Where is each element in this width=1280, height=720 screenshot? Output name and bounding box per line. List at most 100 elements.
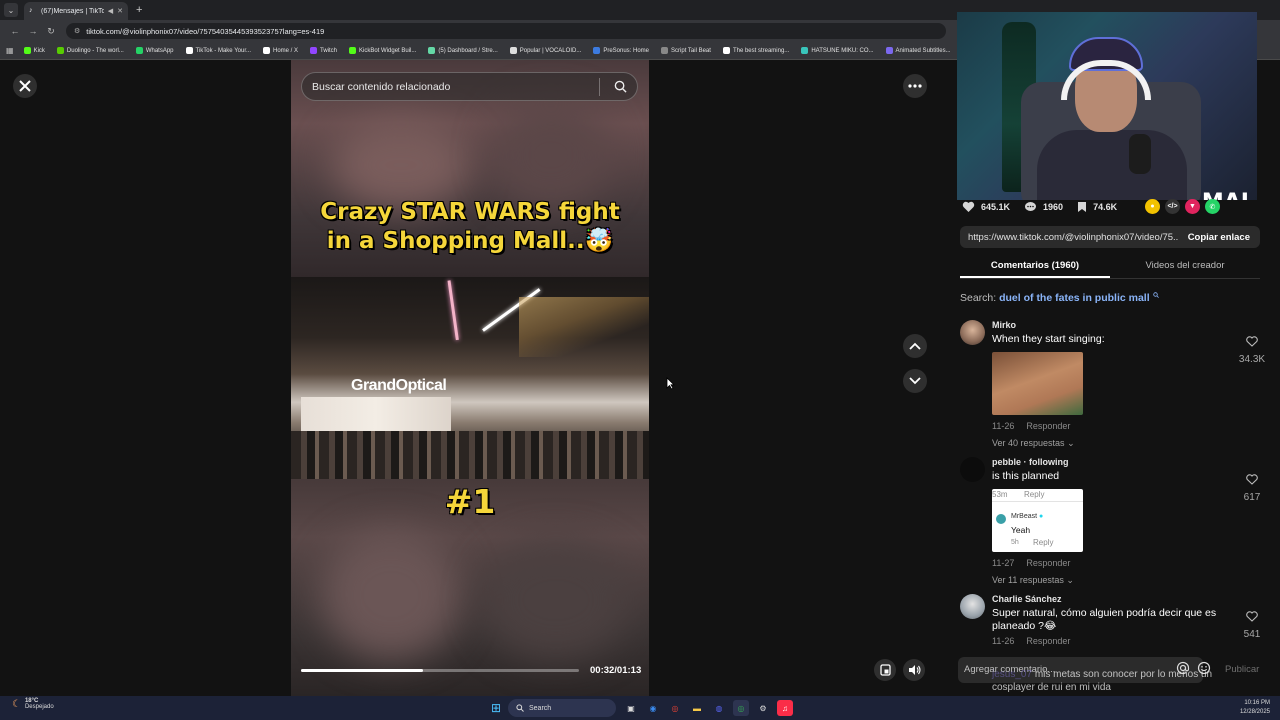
bookmark-item[interactable]: Script Tail Beat [661, 47, 711, 54]
volume-button[interactable] [903, 659, 925, 681]
chrome-icon[interactable]: ◎ [667, 700, 683, 716]
next-video-button[interactable] [903, 369, 927, 393]
comment-text: Super natural, cómo alguien podría decir… [992, 607, 1217, 632]
video-player[interactable]: Crazy STAR WARS fight in a Shopping Mall… [291, 60, 649, 696]
site-info-icon[interactable]: ⚙ [74, 27, 80, 35]
address-bar[interactable]: ⚙ tiktok.com/@violinphonix07/video/75754… [66, 23, 946, 39]
embed-code-icon[interactable]: </> [1165, 199, 1180, 214]
avatar[interactable] [960, 320, 985, 345]
previous-video-button[interactable] [903, 334, 927, 358]
video-stats: 645.1K 1960 74.6K [962, 198, 1131, 216]
bookmark-favicon-icon [661, 47, 669, 54]
bookmark-item[interactable]: PreSonus: Home [593, 47, 649, 54]
file-explorer-icon[interactable]: ▬ [689, 700, 705, 716]
mini-player-button[interactable] [874, 659, 896, 681]
bookmark-item[interactable]: Animated Subtitles... [885, 47, 951, 54]
reply-button[interactable]: Responder [1026, 421, 1070, 431]
bookmark-item[interactable]: KickBot Widget Buil... [349, 47, 416, 54]
forward-icon[interactable]: → [24, 26, 42, 36]
bookmark-item[interactable]: Duolingo - The worl... [56, 47, 124, 54]
whatsapp-icon[interactable]: ✆ [1205, 199, 1220, 214]
embed-top-time: 53m [992, 490, 1008, 499]
bookmark-item[interactable]: HATSUNE MIKU: CO... [801, 47, 874, 54]
bookmark-item[interactable]: Popular | VOCALOID... [509, 47, 582, 54]
send-icon[interactable]: ▼ [1185, 199, 1200, 214]
bookmark-item[interactable]: WhatsApp [135, 47, 174, 54]
bookmark-favicon-icon [349, 47, 357, 54]
more-options-button[interactable] [903, 74, 927, 98]
bookmark-label: KickBot Widget Buil... [359, 47, 417, 54]
bookmark-label: PreSonus: Home [603, 47, 650, 54]
comment-like[interactable]: 541 [1234, 609, 1270, 640]
discord-icon[interactable]: ◍ [711, 700, 727, 716]
bookmark-favicon-icon [722, 47, 730, 54]
bookmark-item[interactable]: Home / X [262, 47, 298, 54]
search-icon [516, 704, 524, 712]
bookmark-item[interactable]: The best streaming... [722, 47, 789, 54]
back-icon[interactable]: ← [6, 26, 24, 36]
settings-icon[interactable]: ⚙ [755, 700, 771, 716]
related-search[interactable] [301, 72, 638, 101]
comment-username[interactable]: Charlie Sánchez [992, 594, 1222, 604]
search-term[interactable]: duel of the fates in public mall [999, 292, 1150, 304]
comment-stat[interactable]: 1960 [1024, 201, 1063, 213]
chrome-active-icon[interactable]: ◎ [733, 700, 749, 716]
task-view-icon[interactable]: ▣ [623, 700, 639, 716]
view-replies[interactable]: Ver 40 respuestas ⌄ [992, 438, 1222, 449]
apps-grid-icon[interactable]: ▦ [6, 46, 14, 55]
save-stat[interactable]: 74.6K [1077, 201, 1117, 213]
video-viewer: Crazy STAR WARS fight in a Shopping Mall… [0, 60, 940, 696]
like-stat[interactable]: 645.1K [962, 201, 1010, 213]
comment-screenshot[interactable]: 53m Reply MrBeast ● Yeah 5h Reply [992, 489, 1083, 552]
close-button[interactable] [13, 74, 37, 98]
tab-creator-videos[interactable]: Videos del creador [1110, 254, 1260, 278]
comment-username[interactable]: pebble · following [992, 457, 1222, 467]
reply-button[interactable]: Responder [1026, 558, 1070, 568]
avatar[interactable] [960, 457, 985, 482]
search-suggestion[interactable]: Search: duel of the fates in public mall [960, 292, 1159, 304]
bookmark-label: WhatsApp [145, 47, 174, 54]
speaker-icon[interactable]: ◀ [108, 7, 113, 15]
bookmark-item[interactable]: Kick [23, 47, 45, 54]
coin-icon[interactable]: ● [1145, 199, 1160, 214]
close-tab-icon[interactable]: ✕ [117, 7, 123, 15]
bookmark-item[interactable]: Twitch [310, 47, 337, 54]
new-tab-button[interactable]: + [136, 4, 142, 16]
bookmark-label: Popular | VOCALOID... [519, 47, 582, 54]
bookmark-label: TikTok - Make Your... [195, 47, 251, 54]
weather-moon-icon: ☾ [12, 698, 21, 710]
avatar[interactable] [960, 594, 985, 619]
search-icon[interactable] [608, 75, 632, 99]
taskbar-search[interactable]: Search [508, 699, 616, 717]
comment-like[interactable]: 617 [1234, 472, 1270, 503]
comment-username[interactable]: Mirko [992, 320, 1222, 330]
comment-like-count: 617 [1243, 492, 1261, 503]
bookmark-item[interactable]: (5) Dashboard / Stre... [428, 47, 498, 54]
bookmark-item[interactable]: TikTok - Make Your... [185, 47, 251, 54]
embed-time: 5h [1011, 539, 1019, 546]
browser-tab[interactable]: ♪ (67)Mensajes | TikTok ◀ ✕ [24, 2, 128, 20]
url-text: tiktok.com/@violinphonix07/video/7575403… [86, 26, 325, 36]
tab-search-button[interactable]: ⌄ [4, 3, 18, 17]
comment-like[interactable]: 34.3K [1234, 334, 1270, 365]
bookmark-favicon-icon [428, 47, 436, 54]
view-replies[interactable]: Ver 11 respuestas ⌄ [992, 575, 1222, 586]
weather-widget[interactable]: ☾ 18°C Despejado [12, 698, 54, 710]
comment-gif[interactable] [992, 352, 1083, 415]
bookmark-favicon-icon [885, 47, 893, 54]
save-count: 74.6K [1093, 202, 1118, 212]
copy-link-button[interactable]: Copiar enlace [1178, 232, 1260, 243]
video-link-url[interactable]: https://www.tiktok.com/@violinphonix07/v… [968, 232, 1178, 243]
music-app-icon[interactable]: ♫ [777, 700, 793, 716]
reload-icon[interactable]: ↻ [42, 26, 60, 37]
reply-button[interactable]: Responder [1026, 636, 1070, 646]
related-search-input[interactable] [312, 80, 599, 93]
webcam-person-body [1037, 130, 1187, 200]
like-count: 645.1K [981, 202, 1011, 212]
edge-browser-icon[interactable]: ◉ [645, 700, 661, 716]
tab-comments[interactable]: Comentarios (1960) [960, 254, 1110, 278]
system-clock[interactable]: 10:16 PM 12/28/2025 [1240, 699, 1270, 717]
progress-bar[interactable] [301, 669, 579, 672]
bookmark-icon [1078, 202, 1087, 212]
windows-start-icon[interactable]: ⊞ [488, 700, 504, 716]
